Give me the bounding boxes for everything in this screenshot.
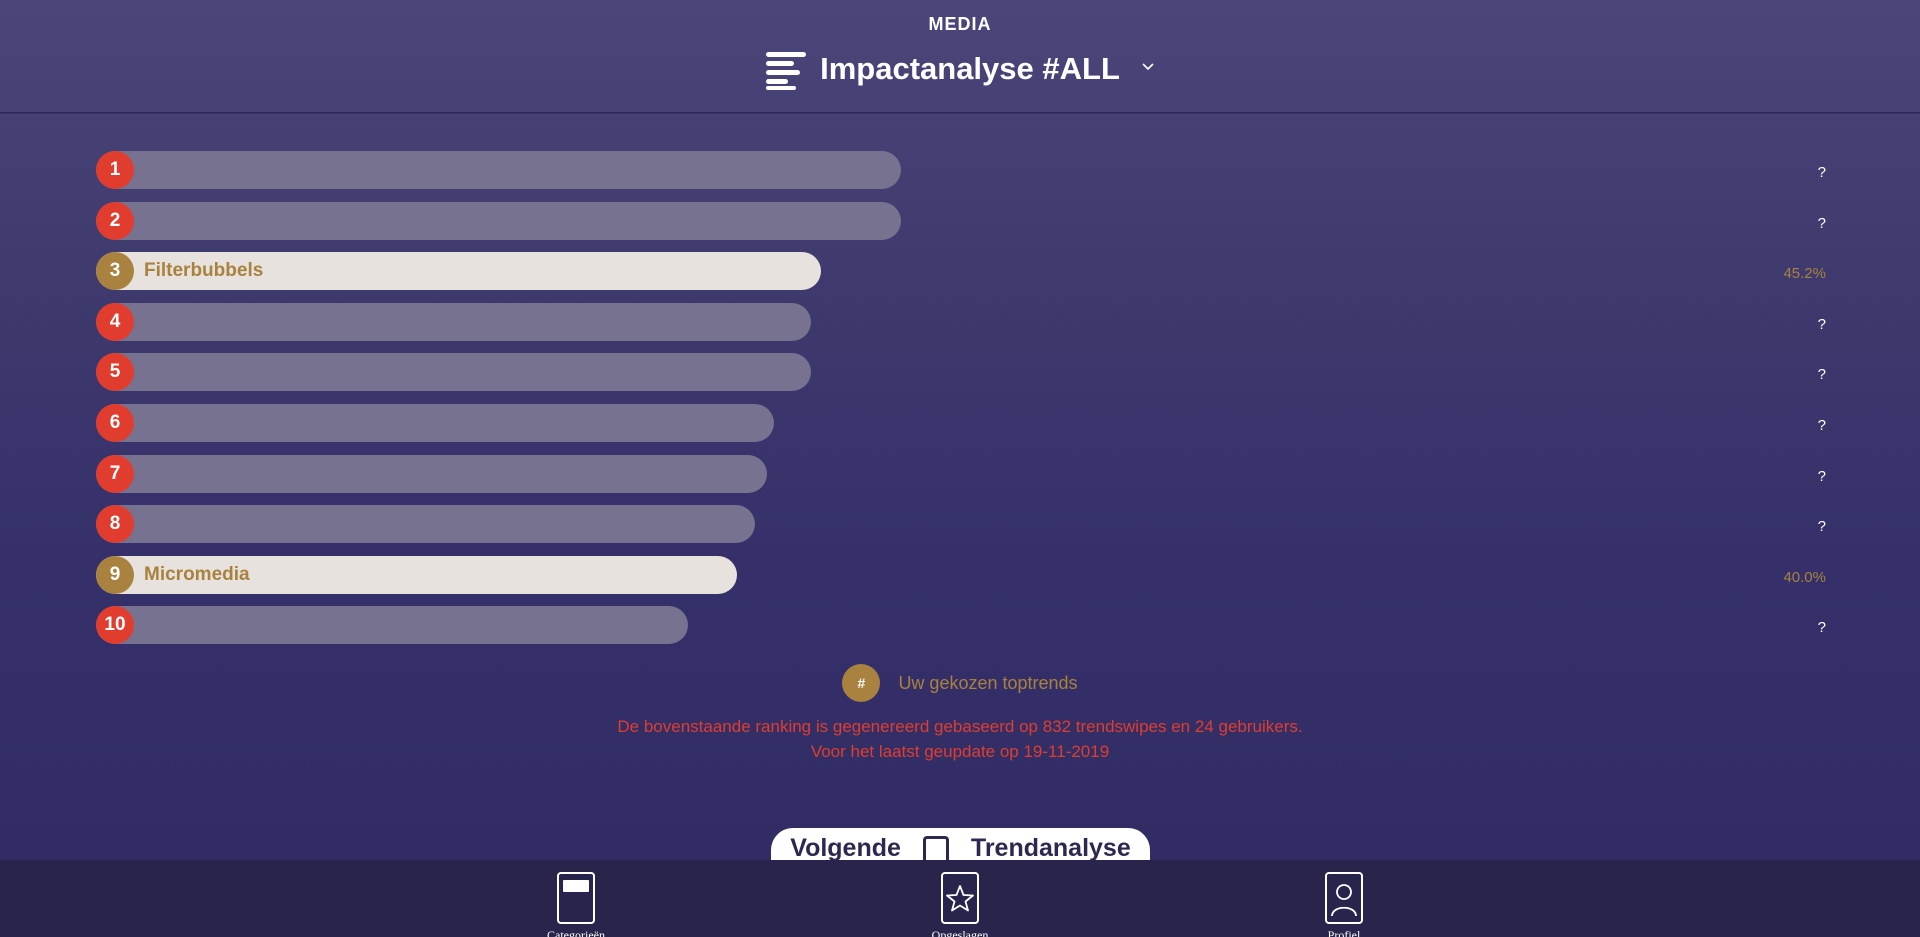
rank-badge: 6 bbox=[96, 404, 134, 442]
ranking-row[interactable]: 4? bbox=[96, 303, 1826, 341]
ranking-row[interactable]: 1? bbox=[96, 151, 1826, 189]
profile-card-icon bbox=[1325, 872, 1363, 924]
ranking-row[interactable]: 6? bbox=[96, 404, 1826, 442]
ranking-note-line1: De bovenstaande ranking is gegenereerd g… bbox=[617, 717, 1303, 736]
trend-score: ? bbox=[1817, 164, 1826, 181]
section-label: MEDIA bbox=[928, 14, 992, 34]
bottom-nav: Categorieën Opgeslagen Profiel bbox=[0, 860, 1920, 937]
ranking-row[interactable]: 3 Filterbubbels 45.2% bbox=[96, 252, 1826, 290]
legend-badge: # bbox=[842, 664, 881, 702]
trend-name: Filterbubbels bbox=[144, 260, 264, 281]
ranking-bar bbox=[96, 303, 811, 341]
trend-score: 45.2% bbox=[1783, 265, 1826, 282]
trend-score: ? bbox=[1817, 316, 1826, 333]
legend: # Uw gekozen toptrends bbox=[0, 664, 1920, 702]
rank-badge: 7 bbox=[96, 455, 134, 493]
ranking-row[interactable]: 7? bbox=[96, 455, 1826, 493]
nav-item-profile[interactable]: Profiel bbox=[1284, 872, 1404, 937]
rank-badge: 4 bbox=[96, 303, 134, 341]
ranking-row[interactable]: 8? bbox=[96, 505, 1826, 543]
rank-badge: 2 bbox=[96, 202, 134, 240]
next-button-left-label: Volgende bbox=[790, 834, 901, 862]
ranking-row[interactable]: 10? bbox=[96, 606, 1826, 644]
star-card-icon bbox=[941, 872, 979, 924]
trend-score: ? bbox=[1817, 215, 1826, 232]
rank-badge: 9 bbox=[96, 556, 134, 594]
trend-score: ? bbox=[1817, 619, 1826, 636]
ranking-bar bbox=[96, 353, 811, 391]
ranking-row[interactable]: 2? bbox=[96, 202, 1826, 240]
analysis-selector[interactable]: Impactanalyse #ALL bbox=[0, 48, 1920, 90]
rank-badge: 5 bbox=[96, 353, 134, 391]
trend-score: ? bbox=[1817, 518, 1826, 535]
trend-score: ? bbox=[1817, 366, 1826, 383]
ranking-bar bbox=[96, 202, 901, 240]
trend-score: 40.0% bbox=[1783, 569, 1826, 586]
trend-name: Micromedia bbox=[144, 564, 250, 585]
category-card-icon bbox=[557, 872, 595, 924]
rank-badge: 8 bbox=[96, 505, 134, 543]
top-header: MEDIA Impactanalyse #ALL bbox=[0, 0, 1920, 113]
ranking-bar bbox=[96, 606, 688, 644]
ranking-menu-icon bbox=[766, 48, 808, 90]
ranking-note-line2: Voor het laatst geupdate op 19-11-2019 bbox=[810, 742, 1110, 761]
ranking-row[interactable]: 9 Micromedia 40.0% bbox=[96, 556, 1826, 594]
nav-item-saved[interactable]: Opgeslagen bbox=[900, 872, 1020, 937]
ranking-bar bbox=[96, 455, 767, 493]
nav-label-saved: Opgeslagen bbox=[931, 928, 989, 937]
ranking-note: De bovenstaande ranking is gegenereerd g… bbox=[0, 714, 1920, 764]
chevron-down-icon[interactable] bbox=[1142, 60, 1154, 72]
legend-text: Uw gekozen toptrends bbox=[898, 672, 1078, 693]
ranking-row[interactable]: 5? bbox=[96, 353, 1826, 391]
nav-item-categories[interactable]: Categorieën bbox=[516, 872, 636, 937]
trend-score: ? bbox=[1817, 468, 1826, 485]
ranking-bar bbox=[96, 505, 755, 543]
trend-score: ? bbox=[1817, 417, 1826, 434]
next-button-right-label: Trendanalyse bbox=[970, 834, 1131, 862]
page-title: Impactanalyse #ALL bbox=[820, 51, 1120, 86]
rank-badge: 1 bbox=[96, 151, 134, 189]
ranking-bar bbox=[96, 151, 901, 189]
nav-label-categories: Categorieën bbox=[547, 928, 605, 937]
rank-badge: 10 bbox=[96, 606, 134, 644]
nav-label-profile: Profiel bbox=[1327, 928, 1361, 937]
ranking-bar bbox=[96, 404, 774, 442]
rank-badge: 3 bbox=[96, 252, 134, 290]
